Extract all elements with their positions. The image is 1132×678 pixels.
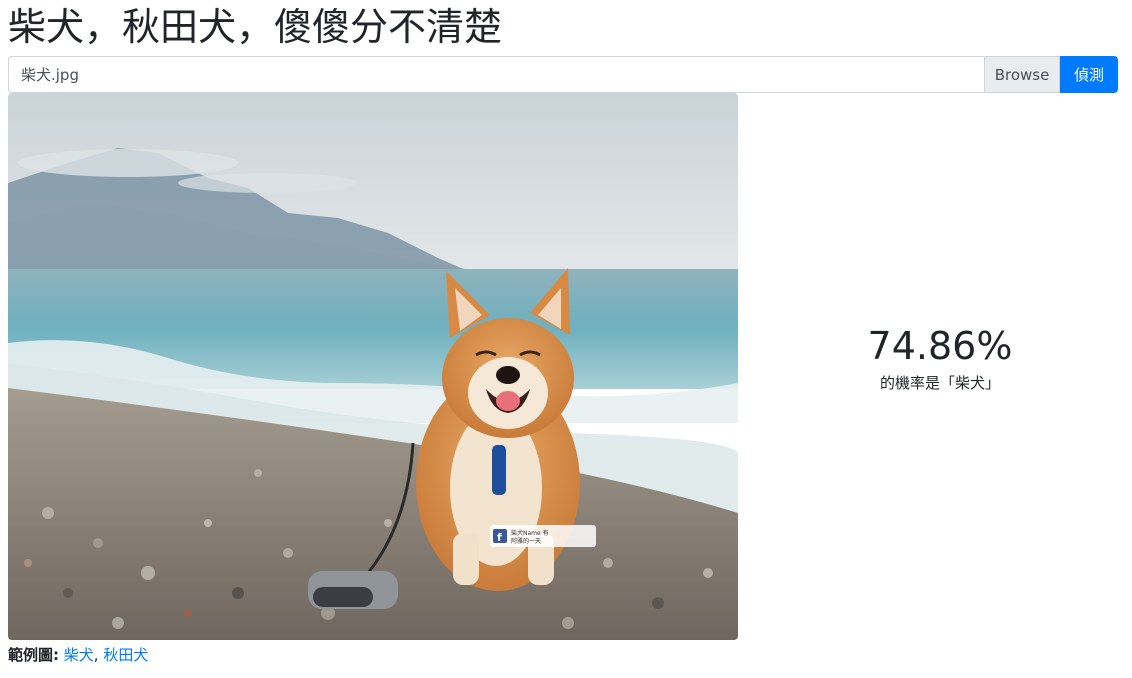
page-title: 柴犬，秋田犬，傻傻分不清楚	[8, 5, 503, 49]
example-link-akita[interactable]: 秋田犬	[103, 646, 148, 664]
prediction-result: 74.86% 的機率是「柴犬」	[820, 320, 1060, 394]
examples-label: 範例圖:	[8, 646, 59, 664]
svg-text:阿雅的一天: 阿雅的一天	[511, 537, 541, 545]
example-link-shiba[interactable]: 柴犬	[64, 646, 94, 664]
file-upload-group: 柴犬.jpg Browse 偵測	[8, 56, 1118, 93]
file-input[interactable]: 柴犬.jpg	[8, 56, 984, 93]
result-caption: 的機率是「柴犬」	[879, 374, 1000, 392]
detect-button[interactable]: 偵測	[1060, 56, 1118, 93]
examples-separator: ,	[93, 646, 99, 664]
svg-text:f: f	[497, 531, 502, 544]
uploaded-photo: f 柴犬Name 有 阿雅的一天	[8, 93, 738, 640]
svg-text:柴犬Name 有: 柴犬Name 有	[511, 529, 549, 537]
result-percentage: 74.86%	[867, 324, 1013, 368]
photo-watermark: f 柴犬Name 有 阿雅的一天	[490, 525, 596, 547]
browse-button[interactable]: Browse	[984, 56, 1060, 93]
page: 柴犬，秋田犬，傻傻分不清楚 柴犬.jpg Browse 偵測 f 柴犬Name …	[0, 0, 1132, 678]
example-images: 範例圖: 柴犬, 秋田犬	[8, 644, 148, 666]
